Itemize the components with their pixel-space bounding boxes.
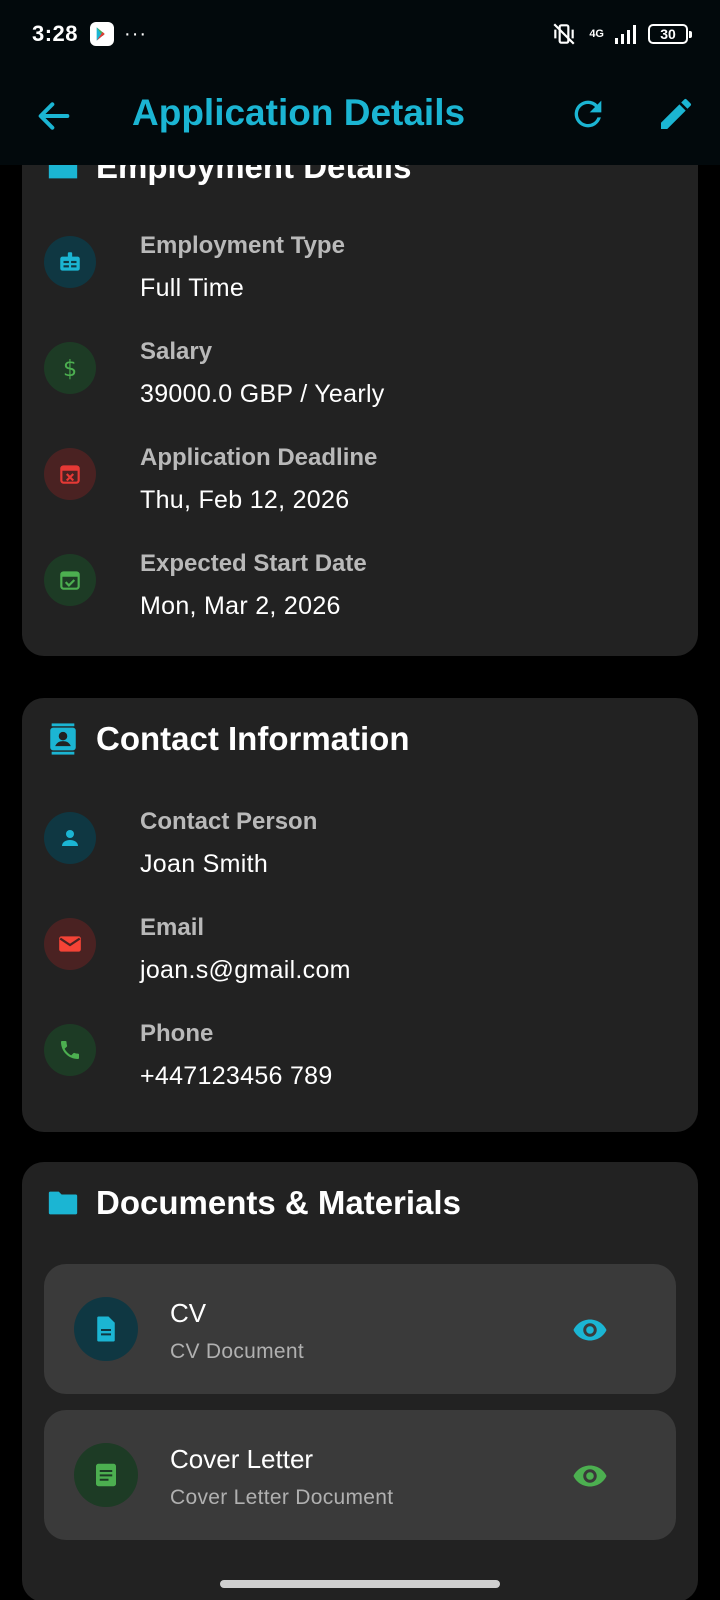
- info-label: Contact Person: [140, 808, 318, 835]
- info-value: Thu, Feb 12, 2026: [140, 486, 350, 514]
- screen: Employment Details Employment Type Full …: [0, 0, 720, 1600]
- back-arrow-icon[interactable]: [34, 96, 74, 136]
- cover-letter-icon-circle: [74, 1443, 138, 1507]
- info-value[interactable]: Joan Smith: [140, 850, 268, 879]
- email-icon-circle: [44, 918, 96, 970]
- info-label: Employment Type: [140, 232, 345, 259]
- section-title: Documents & Materials: [96, 1184, 461, 1221]
- dollar-icon: $: [63, 356, 77, 382]
- document-title: CV: [170, 1298, 207, 1328]
- folder-icon: [48, 1191, 78, 1215]
- info-row-employment-type: Employment Type Full Time: [44, 232, 664, 322]
- letter-icon: [96, 1463, 116, 1487]
- document-item-cv[interactable]: CV CV Document: [44, 1264, 676, 1394]
- status-time: 3:28: [32, 21, 79, 46]
- salary-icon-circle: $: [44, 342, 96, 394]
- play-store-icon: [90, 22, 115, 46]
- network-type: 4G: [589, 28, 604, 40]
- employment-type-icon-circle: [44, 236, 96, 288]
- document-subtitle: CV Document: [170, 1340, 305, 1363]
- info-row-contact-person: Contact Person Joan Smith: [44, 808, 664, 898]
- eye-icon[interactable]: [572, 1458, 608, 1494]
- document-title: Cover Letter: [170, 1444, 314, 1474]
- documents-materials-card: Documents & Materials CV CV Document Cov…: [22, 1162, 698, 1600]
- document-subtitle: Cover Letter Document: [170, 1486, 394, 1509]
- info-label: Expected Start Date: [140, 550, 367, 577]
- deadline-icon-circle: [44, 448, 96, 500]
- section-title: Contact Information: [96, 720, 410, 757]
- start-date-icon-circle: [44, 554, 96, 606]
- edit-pencil-icon[interactable]: [656, 94, 696, 134]
- info-value[interactable]: joan.s@gmail.com: [140, 956, 351, 985]
- info-value: 39000.0 GBP / Yearly: [140, 380, 385, 408]
- page-title: Application Details: [132, 92, 466, 133]
- status-bar: 3:28 ··· 4G 30: [0, 0, 720, 68]
- badge-icon: [60, 252, 80, 271]
- info-label: Email: [140, 914, 205, 941]
- vibrate-mute-icon: [553, 23, 575, 45]
- contact-card-icon: [50, 723, 76, 755]
- employment-details-card: Employment Details Employment Type Full …: [22, 120, 698, 656]
- gesture-nav-handle[interactable]: [220, 1580, 500, 1588]
- phone-icon-circle: [44, 1024, 96, 1076]
- contact-information-header: Contact Information: [46, 720, 409, 758]
- status-right: 4G 30: [549, 21, 692, 47]
- info-row-application-deadline: Application Deadline Thu, Feb 12, 2026: [44, 444, 664, 534]
- info-row-salary: $ Salary 39000.0 GBP / Yearly: [44, 338, 664, 428]
- contact-person-icon-circle: [44, 812, 96, 864]
- svg-text:$: $: [63, 356, 77, 382]
- document-item-cover-letter[interactable]: Cover Letter Cover Letter Document: [44, 1410, 676, 1540]
- calendar-x-icon: [60, 465, 80, 484]
- info-value[interactable]: +447123456 789: [140, 1062, 333, 1091]
- cv-icon-circle: [74, 1297, 138, 1361]
- contact-information-card: Contact Information Contact Person Joan …: [22, 698, 698, 1132]
- person-icon: [62, 830, 78, 846]
- eye-icon[interactable]: [572, 1312, 608, 1348]
- info-value: Mon, Mar 2, 2026: [140, 592, 341, 620]
- more-notifications-icon: ···: [124, 22, 148, 45]
- info-row-email: Email joan.s@gmail.com: [44, 914, 664, 1004]
- document-icon: [97, 1316, 115, 1342]
- calendar-check-icon: [60, 571, 80, 590]
- info-label: Phone: [140, 1020, 214, 1047]
- battery-icon: 30: [648, 24, 692, 44]
- info-row-expected-start-date: Expected Start Date Mon, Mar 2, 2026: [44, 550, 664, 640]
- info-label: Application Deadline: [140, 444, 378, 471]
- info-value: Full Time: [140, 274, 245, 302]
- mail-icon: [59, 936, 81, 952]
- refresh-icon[interactable]: [568, 94, 608, 134]
- phone-icon: [61, 1041, 79, 1059]
- info-row-phone: Phone +447123456 789: [44, 1020, 664, 1110]
- signal-icon: [615, 25, 636, 44]
- info-label: Salary: [140, 338, 213, 365]
- app-bar: Application Details: [0, 68, 720, 165]
- documents-materials-header: Documents & Materials: [46, 1184, 461, 1222]
